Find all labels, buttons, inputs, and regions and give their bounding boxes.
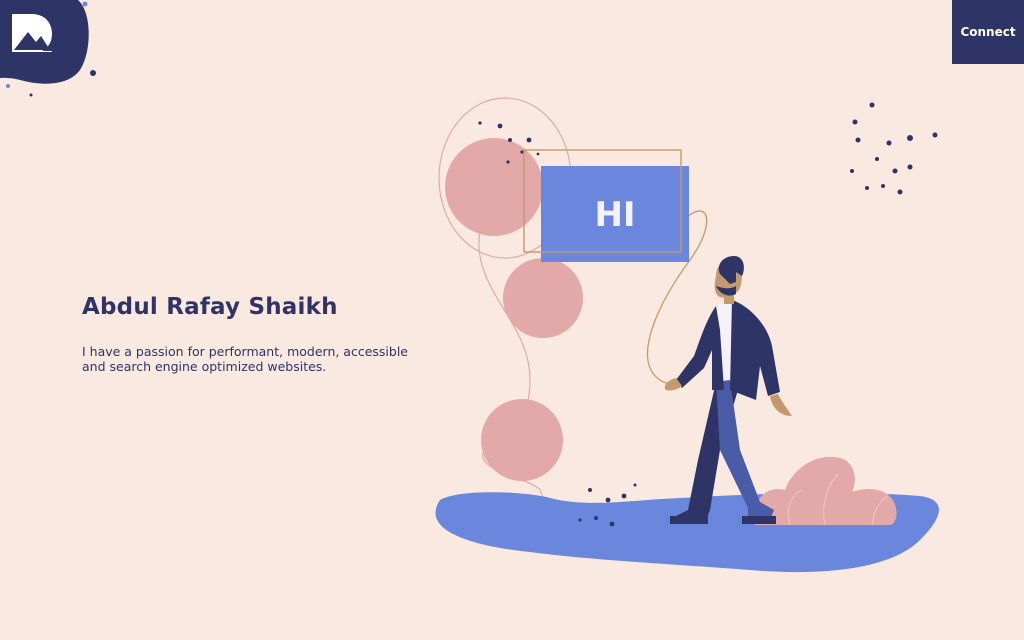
logo[interactable] bbox=[0, 0, 110, 100]
page: Connect Abdul Rafay Shaikh I have a pass… bbox=[0, 0, 1024, 640]
walking-person-icon bbox=[664, 256, 792, 524]
logo-blob-icon bbox=[0, 0, 96, 97]
hero-illustration: HI bbox=[435, 97, 939, 573]
connect-button[interactable]: Connect bbox=[952, 0, 1024, 64]
pink-circle-icon bbox=[503, 258, 583, 338]
bush-icon bbox=[754, 456, 897, 525]
hero-name: Abdul Rafay Shaikh bbox=[82, 294, 338, 320]
pink-circle-icon bbox=[481, 399, 563, 481]
mountain-logo-icon bbox=[12, 14, 52, 52]
pink-circle-icon bbox=[445, 138, 543, 236]
greeting-text: HI bbox=[594, 195, 635, 235]
hero-description: I have a passion for performant, modern,… bbox=[82, 344, 409, 374]
